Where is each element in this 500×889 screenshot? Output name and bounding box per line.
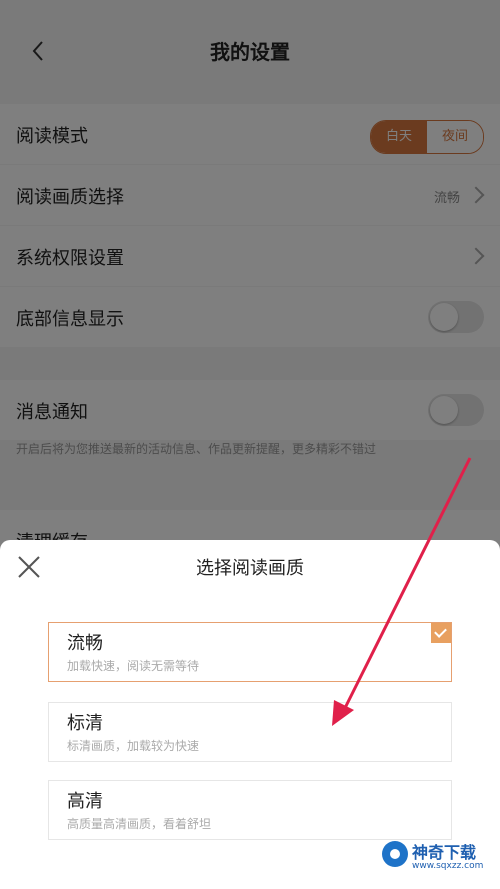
option-name: 标清: [67, 713, 103, 734]
option-desc: 标清画质，加载较为快速: [67, 739, 200, 753]
quality-option-hd[interactable]: 高清 高质量高清画质，看着舒坦: [48, 780, 452, 840]
watermark-name: 神奇下载: [412, 843, 477, 862]
quality-option-standard[interactable]: 标清 标清画质，加载较为快速: [48, 702, 452, 762]
option-name: 流畅: [67, 633, 103, 654]
watermark-url: www.sqxzz.com: [412, 861, 484, 871]
watermark: 神奇下载 www.sqxzz.com: [382, 837, 492, 877]
sheet-title: 选择阅读画质: [196, 558, 304, 579]
quality-option-smooth[interactable]: 流畅 加载快速，阅读无需等待: [48, 622, 452, 682]
option-desc: 高质量高清画质，看着舒坦: [67, 817, 212, 831]
checkmark-icon: [431, 623, 451, 643]
watermark-logo-icon: [382, 841, 408, 867]
option-name: 高清: [67, 791, 103, 812]
option-desc: 加载快速，阅读无需等待: [67, 659, 200, 673]
